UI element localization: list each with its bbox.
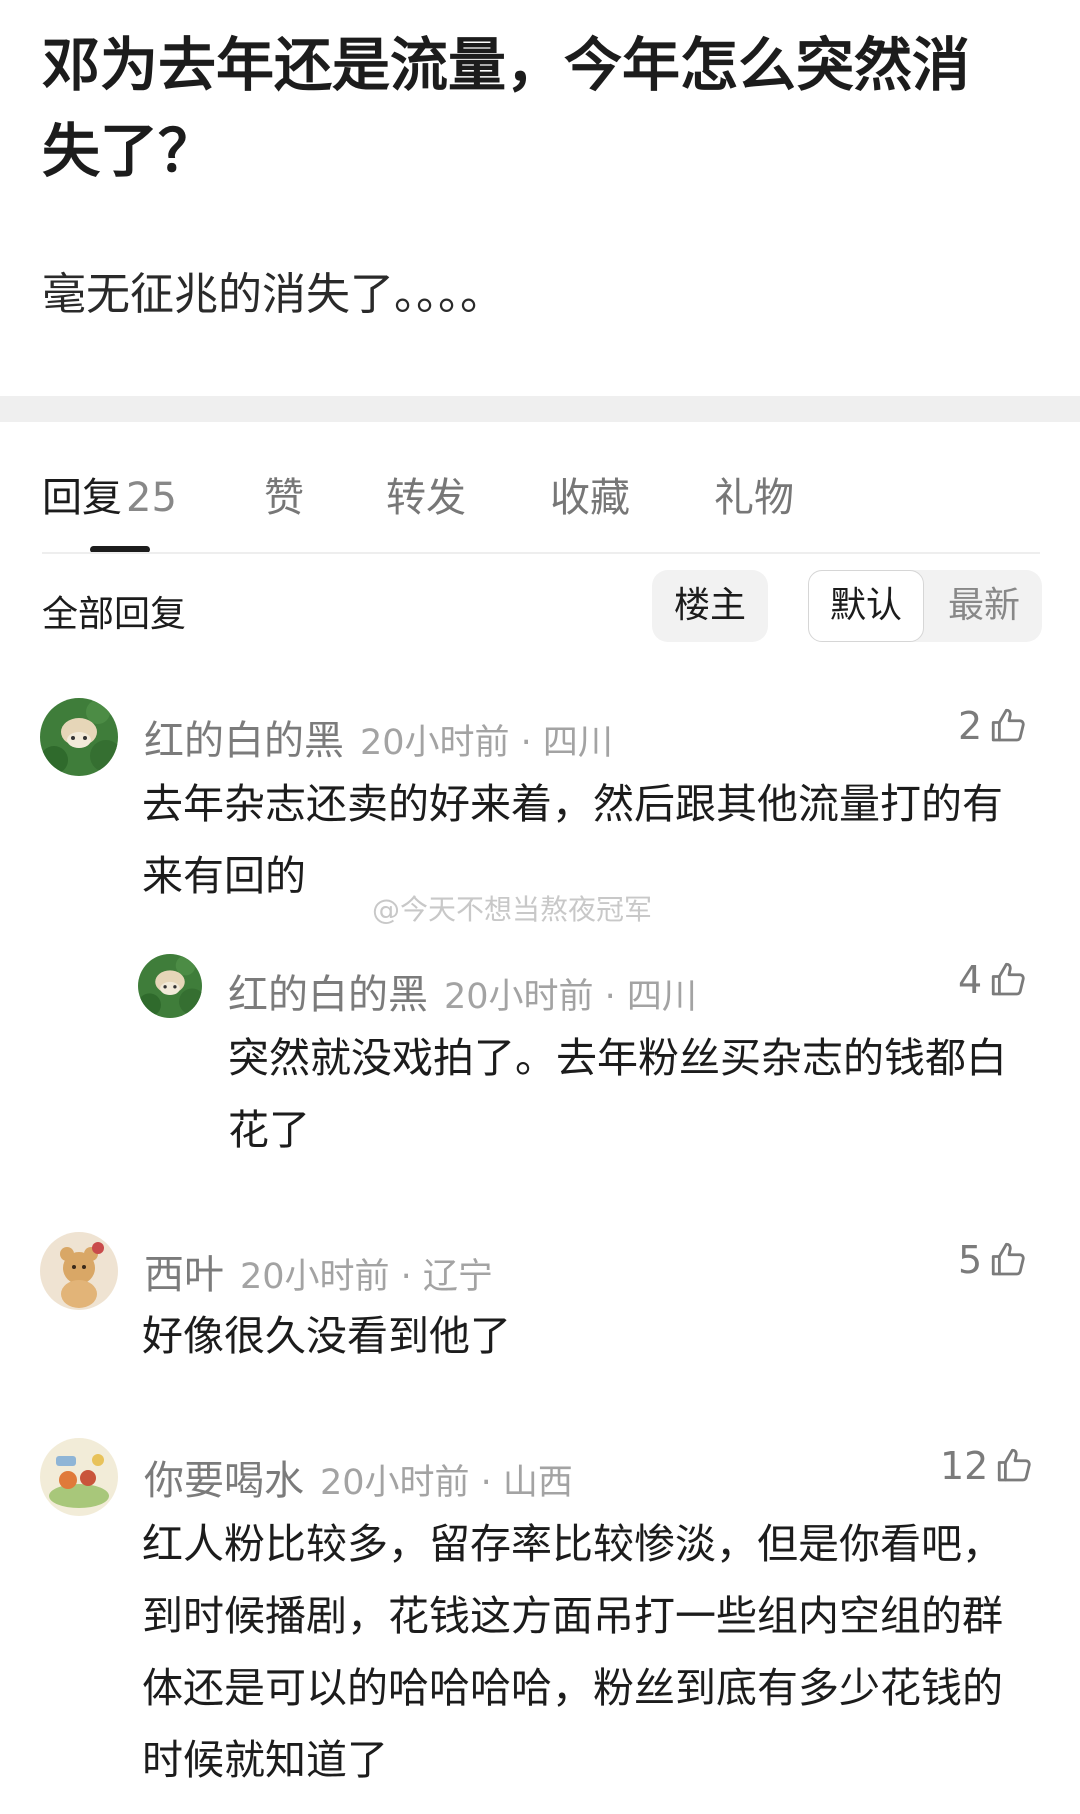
thumbs-up-icon xyxy=(992,1242,1025,1276)
comment-time-location: 20小时前 · 辽宁 xyxy=(240,1257,493,1297)
sort-toggle: 默认 最新 xyxy=(808,570,1042,642)
comment-meta: 你要喝水 20小时前 · 山西 xyxy=(144,1448,573,1506)
like-count: 5 xyxy=(958,1238,983,1282)
all-replies-label: 全部回复 xyxy=(42,594,187,635)
comment-text: 红人粉比较多，留存率比较惨淡，但是你看吧，到时候播剧，花钱这方面吊打一些组内空组… xyxy=(142,1520,1003,1784)
thumbs-up-icon xyxy=(998,1448,1032,1482)
post-title: 邓为去年还是流量，今年怎么突然消失了？ xyxy=(42,31,971,185)
tab-gifts[interactable]: 礼物 xyxy=(714,465,794,523)
comment-text: 突然就没戏拍了。去年粉丝买杂志的钱都白花了 xyxy=(228,1034,1007,1154)
username[interactable]: 西叶 xyxy=(144,1252,224,1298)
tab-likes[interactable]: 赞 xyxy=(264,465,304,523)
avatar[interactable] xyxy=(40,698,118,776)
thumbs-up-icon xyxy=(992,962,1025,996)
like-count: 2 xyxy=(958,704,983,748)
comment-time-location: 20小时前 · 四川 xyxy=(360,723,613,763)
like-button[interactable]: 5 xyxy=(958,1238,1030,1282)
post-body: 毫无征兆的消失了。。。。 xyxy=(42,269,504,320)
tab-replies-label: 回复 xyxy=(42,475,122,521)
watermark: @今天不想当熬夜冠军 xyxy=(372,893,653,926)
op-only-button[interactable]: 楼主 xyxy=(652,570,768,642)
avatar[interactable] xyxy=(40,1232,118,1310)
username[interactable]: 红的白的黑 xyxy=(144,718,344,764)
section-divider xyxy=(0,396,1080,422)
username[interactable]: 红的白的黑 xyxy=(228,972,428,1018)
tabs-divider xyxy=(42,552,1040,554)
sort-latest-button[interactable]: 最新 xyxy=(926,570,1042,642)
comment-meta: 红的白的黑 20小时前 · 四川 xyxy=(144,708,613,766)
like-button[interactable]: 2 xyxy=(958,704,1030,748)
avatar[interactable] xyxy=(138,954,202,1018)
tab-reposts[interactable]: 转发 xyxy=(386,465,466,523)
like-count: 12 xyxy=(940,1444,989,1488)
comment-text: 好像很久没看到他了 xyxy=(142,1312,511,1360)
tab-favorites[interactable]: 收藏 xyxy=(550,465,630,523)
comment-time-location: 20小时前 · 山西 xyxy=(320,1463,573,1503)
comment-meta: 西叶 20小时前 · 辽宁 xyxy=(144,1242,493,1300)
tab-replies-count: 25 xyxy=(126,475,177,521)
like-button[interactable]: 12 xyxy=(940,1444,1036,1488)
tab-replies[interactable]: 回复 25 xyxy=(42,465,177,523)
like-button[interactable]: 4 xyxy=(958,958,1030,1002)
avatar[interactable] xyxy=(40,1438,118,1516)
comment-meta: 红的白的黑 20小时前 · 四川 xyxy=(228,962,697,1020)
username[interactable]: 你要喝水 xyxy=(144,1458,304,1504)
thumbs-up-icon xyxy=(992,708,1025,742)
sort-default-button[interactable]: 默认 xyxy=(808,570,924,642)
comment-time-location: 20小时前 · 四川 xyxy=(444,977,697,1017)
like-count: 4 xyxy=(958,958,983,1002)
